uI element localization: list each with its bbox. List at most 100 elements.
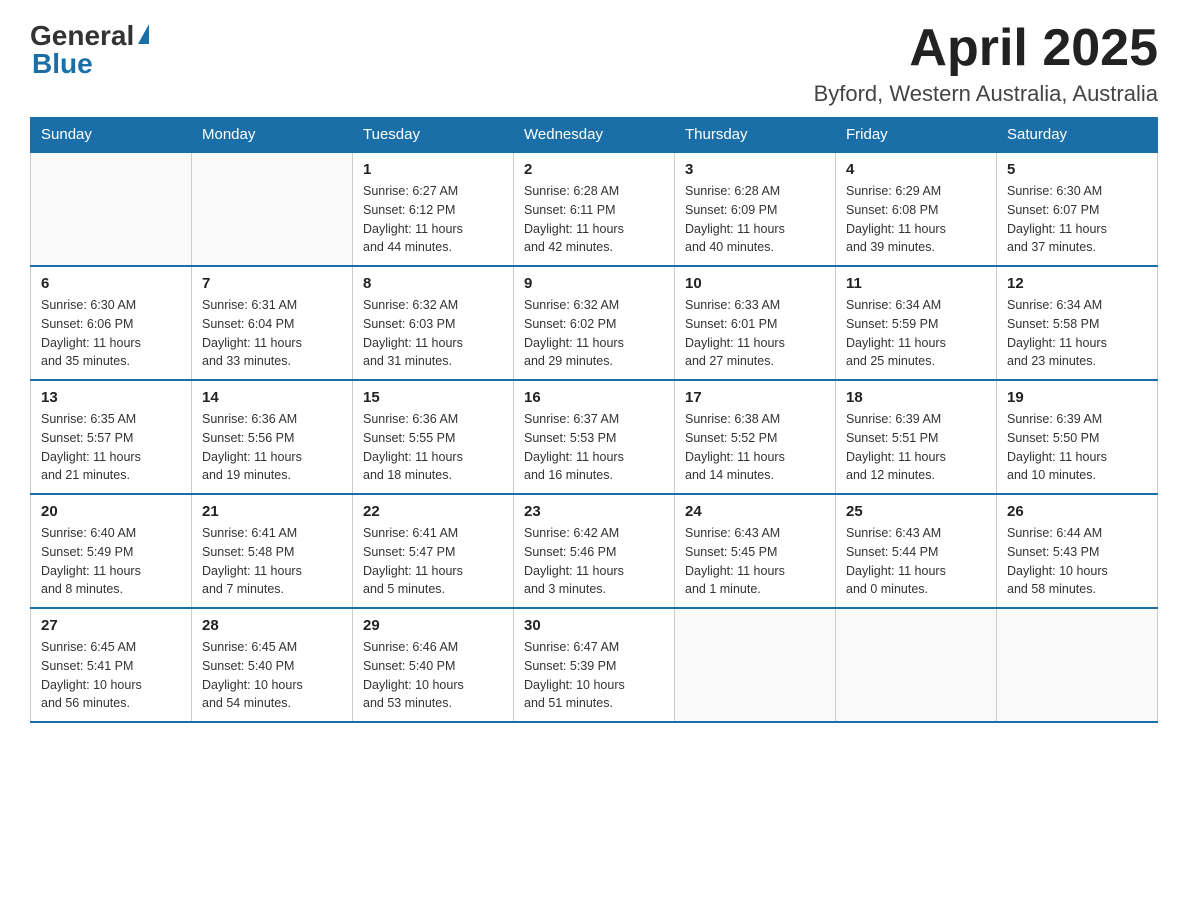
- calendar-cell: 7 Sunrise: 6:31 AMSunset: 6:04 PMDaylight…: [192, 266, 353, 380]
- day-number: 15: [363, 389, 503, 406]
- day-number: 2: [524, 161, 664, 178]
- calendar-cell: [997, 608, 1158, 722]
- calendar-cell: 21Sunrise: 6:41 AMSunset: 5:48 PMDayligh…: [192, 494, 353, 608]
- day-number: 20: [41, 503, 181, 520]
- day-info: Sunrise: 6:46 AMSunset: 5:40 PMDaylight:…: [363, 638, 503, 713]
- day-number: 27: [41, 617, 181, 634]
- calendar-cell: 12 Sunrise: 6:34 AMSunset: 5:58 PMDayligh…: [997, 266, 1158, 380]
- day-number: 24: [685, 503, 825, 520]
- calendar-day-header: Saturday: [997, 118, 1158, 153]
- location-title: Byford, Western Australia, Australia: [814, 81, 1158, 107]
- day-info: Sunrise: 6:39 AMSunset: 5:50 PMDaylight:…: [1007, 410, 1147, 485]
- calendar-cell: 22Sunrise: 6:41 AMSunset: 5:47 PMDayligh…: [353, 494, 514, 608]
- day-info: Sunrise: 6:34 AMSunset: 5:59 PMDaylight:…: [846, 296, 986, 371]
- calendar-cell: 30Sunrise: 6:47 AMSunset: 5:39 PMDayligh…: [514, 608, 675, 722]
- day-info: Sunrise: 6:28 AMSunset: 6:11 PMDaylight:…: [524, 182, 664, 257]
- calendar-cell: 10 Sunrise: 6:33 AMSunset: 6:01 PMDayligh…: [675, 266, 836, 380]
- day-number: 25: [846, 503, 986, 520]
- day-number: 18: [846, 389, 986, 406]
- day-number: 7: [202, 275, 342, 292]
- calendar-cell: 20Sunrise: 6:40 AMSunset: 5:49 PMDayligh…: [31, 494, 192, 608]
- logo-triangle-icon: [138, 24, 149, 44]
- calendar-table: SundayMondayTuesdayWednesdayThursdayFrid…: [30, 117, 1158, 723]
- calendar-cell: 29 Sunrise: 6:46 AMSunset: 5:40 PMDayligh…: [353, 608, 514, 722]
- day-info: Sunrise: 6:30 AMSunset: 6:06 PMDaylight:…: [41, 296, 181, 371]
- calendar-cell: 27 Sunrise: 6:45 AMSunset: 5:41 PMDayligh…: [31, 608, 192, 722]
- day-number: 26: [1007, 503, 1147, 520]
- calendar-cell: 6 Sunrise: 6:30 AMSunset: 6:06 PMDaylight…: [31, 266, 192, 380]
- calendar-cell: [192, 152, 353, 266]
- day-info: Sunrise: 6:35 AMSunset: 5:57 PMDaylight:…: [41, 410, 181, 485]
- day-number: 3: [685, 161, 825, 178]
- day-number: 17: [685, 389, 825, 406]
- day-number: 16: [524, 389, 664, 406]
- day-info: Sunrise: 6:41 AMSunset: 5:47 PMDaylight:…: [363, 524, 503, 599]
- calendar-cell: 1Sunrise: 6:27 AMSunset: 6:12 PMDaylight…: [353, 152, 514, 266]
- day-info: Sunrise: 6:44 AMSunset: 5:43 PMDaylight:…: [1007, 524, 1147, 599]
- calendar-week-row: 20Sunrise: 6:40 AMSunset: 5:49 PMDayligh…: [31, 494, 1158, 608]
- day-number: 10: [685, 275, 825, 292]
- day-number: 11: [846, 275, 986, 292]
- logo-blue-text: Blue: [32, 48, 93, 80]
- calendar-cell: 25 Sunrise: 6:43 AMSunset: 5:44 PMDayligh…: [836, 494, 997, 608]
- day-number: 6: [41, 275, 181, 292]
- calendar-cell: 8 Sunrise: 6:32 AMSunset: 6:03 PMDaylight…: [353, 266, 514, 380]
- day-number: 23: [524, 503, 664, 520]
- day-info: Sunrise: 6:38 AMSunset: 5:52 PMDaylight:…: [685, 410, 825, 485]
- day-info: Sunrise: 6:45 AMSunset: 5:41 PMDaylight:…: [41, 638, 181, 713]
- calendar-cell: 19Sunrise: 6:39 AMSunset: 5:50 PMDayligh…: [997, 380, 1158, 494]
- logo: General Blue: [30, 20, 149, 80]
- calendar-cell: 18 Sunrise: 6:39 AMSunset: 5:51 PMDayligh…: [836, 380, 997, 494]
- calendar-day-header: Wednesday: [514, 118, 675, 153]
- day-number: 14: [202, 389, 342, 406]
- day-number: 8: [363, 275, 503, 292]
- day-info: Sunrise: 6:29 AMSunset: 6:08 PMDaylight:…: [846, 182, 986, 257]
- calendar-week-row: 6 Sunrise: 6:30 AMSunset: 6:06 PMDaylight…: [31, 266, 1158, 380]
- day-number: 9: [524, 275, 664, 292]
- day-number: 4: [846, 161, 986, 178]
- day-number: 29: [363, 617, 503, 634]
- calendar-cell: [675, 608, 836, 722]
- calendar-cell: 5Sunrise: 6:30 AMSunset: 6:07 PMDaylight…: [997, 152, 1158, 266]
- day-number: 5: [1007, 161, 1147, 178]
- day-info: Sunrise: 6:39 AMSunset: 5:51 PMDaylight:…: [846, 410, 986, 485]
- calendar-cell: 3 Sunrise: 6:28 AMSunset: 6:09 PMDaylight…: [675, 152, 836, 266]
- day-info: Sunrise: 6:43 AMSunset: 5:44 PMDaylight:…: [846, 524, 986, 599]
- day-info: Sunrise: 6:33 AMSunset: 6:01 PMDaylight:…: [685, 296, 825, 371]
- calendar-day-header: Monday: [192, 118, 353, 153]
- day-info: Sunrise: 6:43 AMSunset: 5:45 PMDaylight:…: [685, 524, 825, 599]
- day-info: Sunrise: 6:27 AMSunset: 6:12 PMDaylight:…: [363, 182, 503, 257]
- calendar-day-header: Thursday: [675, 118, 836, 153]
- calendar-day-header: Tuesday: [353, 118, 514, 153]
- calendar-cell: 17 Sunrise: 6:38 AMSunset: 5:52 PMDayligh…: [675, 380, 836, 494]
- calendar-cell: 23 Sunrise: 6:42 AMSunset: 5:46 PMDayligh…: [514, 494, 675, 608]
- day-info: Sunrise: 6:31 AMSunset: 6:04 PMDaylight:…: [202, 296, 342, 371]
- day-info: Sunrise: 6:42 AMSunset: 5:46 PMDaylight:…: [524, 524, 664, 599]
- calendar-week-row: 1Sunrise: 6:27 AMSunset: 6:12 PMDaylight…: [31, 152, 1158, 266]
- title-section: April 2025 Byford, Western Australia, Au…: [814, 20, 1158, 107]
- day-info: Sunrise: 6:32 AMSunset: 6:03 PMDaylight:…: [363, 296, 503, 371]
- calendar-week-row: 27 Sunrise: 6:45 AMSunset: 5:41 PMDayligh…: [31, 608, 1158, 722]
- calendar-header-row: SundayMondayTuesdayWednesdayThursdayFrid…: [31, 118, 1158, 153]
- header: General Blue April 2025 Byford, Western …: [30, 20, 1158, 107]
- day-info: Sunrise: 6:34 AMSunset: 5:58 PMDaylight:…: [1007, 296, 1147, 371]
- calendar-day-header: Sunday: [31, 118, 192, 153]
- day-info: Sunrise: 6:36 AMSunset: 5:55 PMDaylight:…: [363, 410, 503, 485]
- calendar-cell: 16 Sunrise: 6:37 AMSunset: 5:53 PMDayligh…: [514, 380, 675, 494]
- calendar-cell: 11 Sunrise: 6:34 AMSunset: 5:59 PMDayligh…: [836, 266, 997, 380]
- day-info: Sunrise: 6:28 AMSunset: 6:09 PMDaylight:…: [685, 182, 825, 257]
- day-number: 21: [202, 503, 342, 520]
- day-number: 30: [524, 617, 664, 634]
- day-info: Sunrise: 6:37 AMSunset: 5:53 PMDaylight:…: [524, 410, 664, 485]
- calendar-cell: 28 Sunrise: 6:45 AMSunset: 5:40 PMDayligh…: [192, 608, 353, 722]
- day-info: Sunrise: 6:32 AMSunset: 6:02 PMDaylight:…: [524, 296, 664, 371]
- calendar-cell: [836, 608, 997, 722]
- day-number: 28: [202, 617, 342, 634]
- calendar-cell: 26 Sunrise: 6:44 AMSunset: 5:43 PMDayligh…: [997, 494, 1158, 608]
- day-info: Sunrise: 6:45 AMSunset: 5:40 PMDaylight:…: [202, 638, 342, 713]
- calendar-cell: 24 Sunrise: 6:43 AMSunset: 5:45 PMDayligh…: [675, 494, 836, 608]
- calendar-cell: 15 Sunrise: 6:36 AMSunset: 5:55 PMDayligh…: [353, 380, 514, 494]
- day-number: 12: [1007, 275, 1147, 292]
- calendar-cell: 14Sunrise: 6:36 AMSunset: 5:56 PMDayligh…: [192, 380, 353, 494]
- month-title: April 2025: [814, 20, 1158, 77]
